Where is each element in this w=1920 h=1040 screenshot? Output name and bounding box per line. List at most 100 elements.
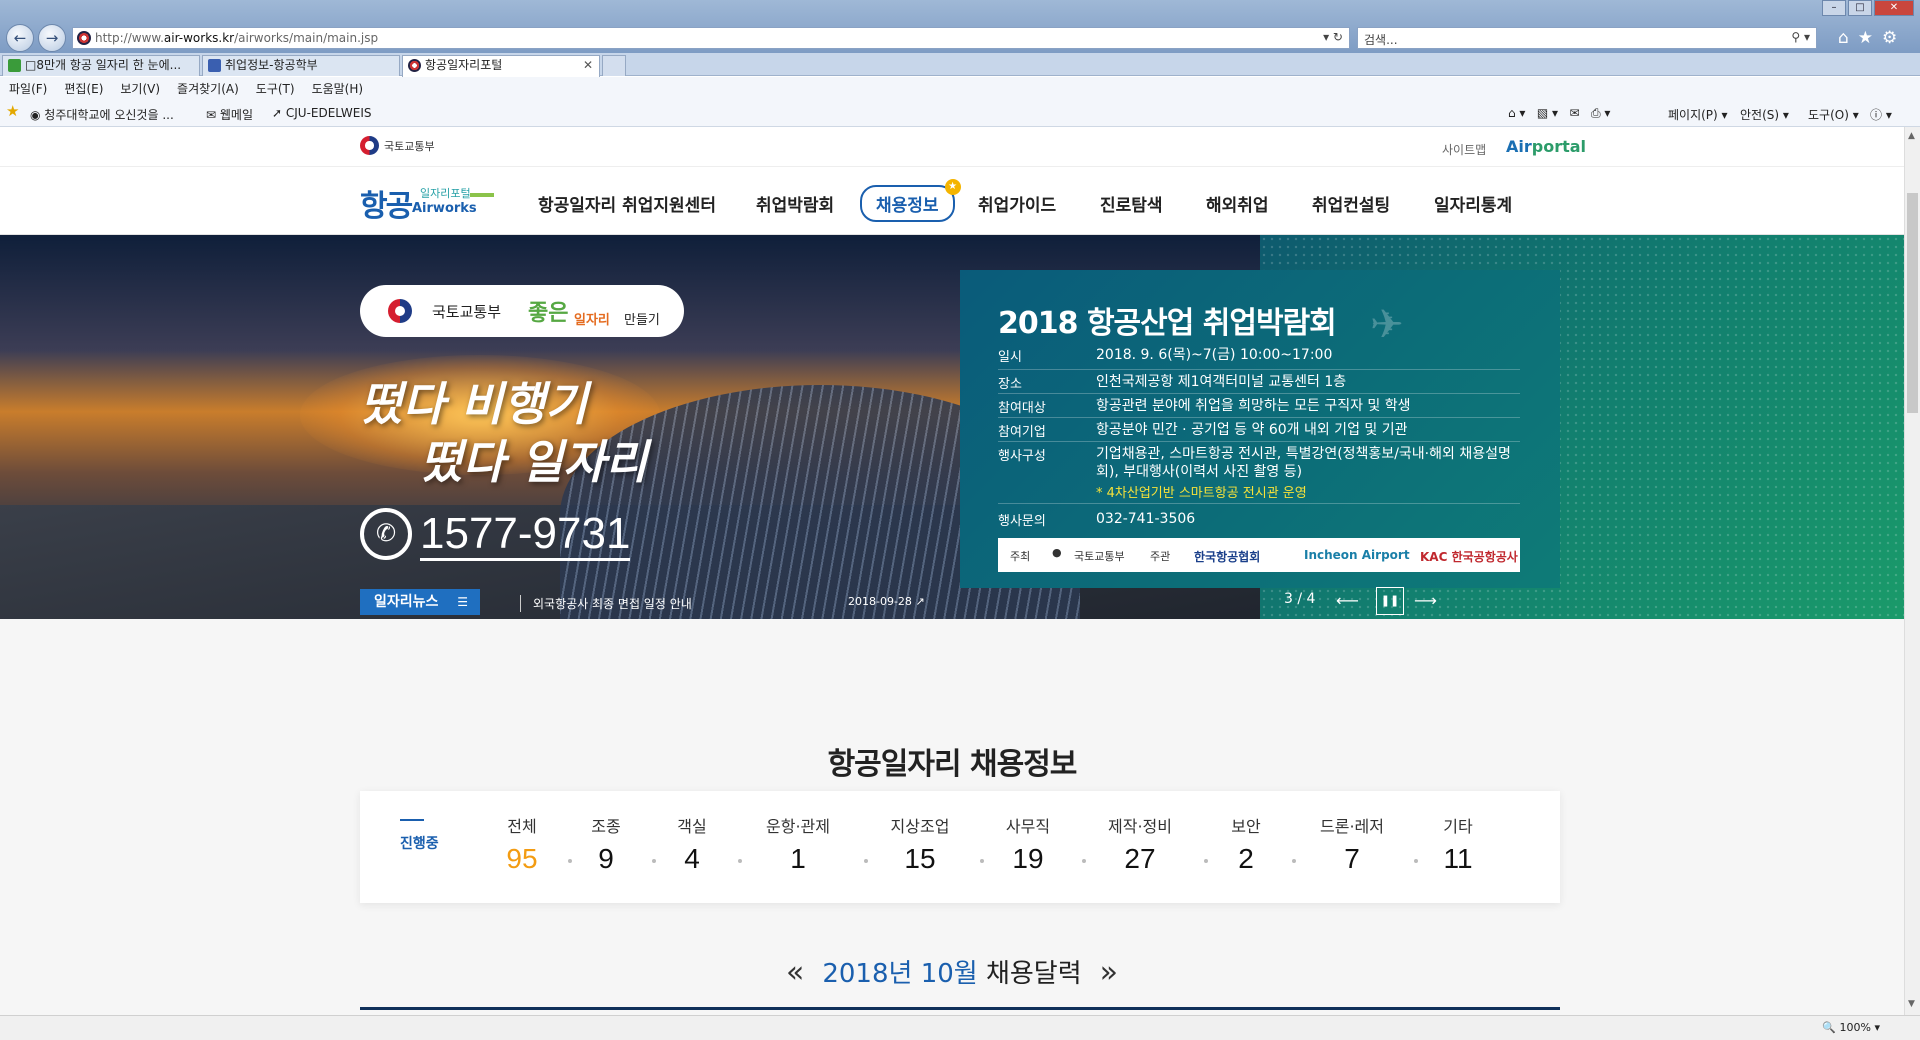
- favorite-link-webmail[interactable]: ✉ 웹메일: [206, 106, 253, 123]
- sitemap-link[interactable]: 사이트맵: [1442, 141, 1486, 158]
- scrollbar-thumb[interactable]: [1907, 193, 1918, 413]
- site-logo[interactable]: 항공 일자리포털 Airworks: [360, 181, 494, 224]
- arrow-right-icon: →: [45, 29, 59, 47]
- url-host: air-works.kr: [163, 31, 235, 45]
- top-utility-bar: 국토교통부 사이트맵 Airportal: [0, 127, 1904, 167]
- star-badge-icon: ★: [944, 179, 961, 195]
- minimize-button[interactable]: –: [1822, 0, 1846, 16]
- job-fair-panel[interactable]: 2018 항공산업 취업박람회 ✈ 일시 2018. 9. 6(목)~7(금) 1…: [960, 270, 1560, 588]
- category-pilot[interactable]: 조종 9: [561, 813, 651, 875]
- prev-month-button[interactable]: «: [786, 955, 804, 990]
- status-label: 진행중: [400, 819, 439, 853]
- scroll-down-icon[interactable]: ▼: [1908, 999, 1915, 1009]
- korea-emblem-icon: [388, 299, 412, 323]
- favorites-star-icon[interactable]: ★: [6, 102, 19, 120]
- command-safety[interactable]: 안전(S) ▾: [1740, 106, 1789, 123]
- hero-slogan: 떴다 비행기 떴다 일자리: [360, 375, 648, 491]
- ministry-name: 국토교통부: [384, 140, 435, 153]
- event-note: * 4차산업기반 스마트항공 전시관 운영: [1096, 486, 1307, 501]
- help-icon[interactable]: ⓘ ▾: [1870, 106, 1892, 123]
- search-icon[interactable]: ⚲ ▾: [1791, 30, 1810, 44]
- close-window-button[interactable]: ✕: [1874, 0, 1914, 16]
- menu-help[interactable]: 도움말(H): [303, 77, 372, 97]
- category-office[interactable]: 사무직 19: [983, 813, 1073, 875]
- url-prefix: http://www.: [95, 31, 164, 45]
- address-bar[interactable]: http://www. air-works.kr/airworks/main/ma…: [72, 27, 1350, 49]
- nav-support-center[interactable]: 항공일자리 취업지원센터: [538, 191, 716, 216]
- separator-dot: [1292, 859, 1296, 863]
- category-manufacturing-maintenance[interactable]: 제작·정비 27: [1095, 813, 1185, 875]
- organizer-label: 주관: [1150, 550, 1171, 563]
- tab-3-active[interactable]: 항공일자리포털 ✕: [402, 55, 600, 77]
- nav-overseas-jobs[interactable]: 해외취업: [1206, 191, 1269, 216]
- close-tab-icon[interactable]: ✕: [583, 56, 593, 75]
- favorites-star-icon[interactable]: ★: [1858, 28, 1882, 48]
- nav-consulting[interactable]: 취업컨설팅: [1312, 191, 1390, 216]
- ministry-logo[interactable]: 국토교통부: [360, 136, 435, 155]
- prev-slide-button[interactable]: ⟵: [1336, 591, 1359, 610]
- search-input[interactable]: 검색... ⚲ ▾: [1357, 27, 1817, 49]
- host-name: 국토교통부: [1074, 550, 1125, 563]
- favorite-link-cju[interactable]: ◉ 청주대학교에 오신것을 ...: [30, 106, 174, 123]
- calendar-month: 2018년 10월: [822, 959, 978, 989]
- menu-tools[interactable]: 도구(T): [247, 77, 303, 97]
- tab-2[interactable]: 취업정보-항공학부: [202, 55, 400, 76]
- nav-job-guide[interactable]: 취업가이드: [978, 191, 1056, 216]
- logo-arrow-icon: [470, 193, 494, 197]
- category-operations-control[interactable]: 운항·관제 1: [753, 813, 843, 875]
- home-icon[interactable]: ⌂: [1838, 28, 1858, 48]
- tab-1[interactable]: □8만개 항공 일자리 한 눈에...: [2, 55, 200, 76]
- menu-view[interactable]: 보기(V): [111, 77, 168, 97]
- organizer-kaa: 한국항공협회: [1194, 550, 1261, 564]
- nav-career-explore[interactable]: 진로탐색: [1100, 191, 1163, 216]
- pill-make: 만들기: [624, 313, 660, 328]
- zoom-control[interactable]: 🔍 100% ▾: [1822, 1021, 1880, 1034]
- phone-icon: ✆: [360, 508, 412, 561]
- category-other[interactable]: 기타 11: [1413, 813, 1503, 875]
- menu-favorites[interactable]: 즐겨찾기(A): [168, 77, 247, 97]
- tab-favicon-icon: [208, 59, 221, 72]
- favorite-link-edelweis[interactable]: ➚ CJU-EDELWEIS: [272, 106, 372, 120]
- browser-titlebar: ← → http://www. air-works.kr/airworks/mai…: [0, 0, 1920, 53]
- category-security[interactable]: 보안 2: [1201, 813, 1291, 875]
- web-page: 국토교통부 사이트맵 Airportal 항공 일자리포털 Airworks 항…: [0, 127, 1904, 1015]
- category-drone-leisure[interactable]: 드론·레저 7: [1307, 813, 1397, 875]
- logo-sub-text: Airworks: [412, 201, 477, 216]
- forward-button[interactable]: →: [38, 24, 66, 52]
- url-path: /airworks/main/main.jsp: [234, 31, 379, 45]
- site-favicon-icon: [77, 31, 91, 45]
- nav-job-fair[interactable]: 취업박람회: [756, 191, 834, 216]
- news-headline-link[interactable]: 외국항공사 최종 면접 일정 안내: [520, 595, 692, 612]
- gear-icon[interactable]: ⚙: [1882, 28, 1906, 48]
- nav-job-statistics[interactable]: 일자리통계: [1434, 191, 1512, 216]
- korea-emblem-icon: ●: [1052, 546, 1062, 559]
- organizer-incheon: Incheon Airport: [1304, 548, 1410, 562]
- airportal-link[interactable]: Airportal: [1506, 137, 1586, 156]
- slider-controls: 3 / 4 ⟵ ❚❚ ⟶: [1284, 587, 1437, 615]
- menu-edit[interactable]: 편집(E): [55, 77, 111, 97]
- tab-favicon-icon: [8, 59, 21, 72]
- category-cabin[interactable]: 객실 4: [647, 813, 737, 875]
- menu-file[interactable]: 파일(F): [0, 77, 55, 97]
- maximize-button[interactable]: □: [1848, 0, 1872, 16]
- command-bar-icons[interactable]: ⌂ ▾ ▧ ▾ ✉ ⎙ ▾: [1508, 106, 1610, 121]
- logo-small-text: 일자리포털: [420, 187, 471, 200]
- page-scrollbar[interactable]: ▲ ▼: [1904, 127, 1920, 1015]
- next-slide-button[interactable]: ⟶: [1414, 591, 1437, 610]
- scroll-up-icon[interactable]: ▲: [1908, 131, 1915, 141]
- next-month-button[interactable]: »: [1100, 955, 1118, 990]
- nav-recruitment-info[interactable]: 채용정보 ★: [860, 179, 961, 222]
- category-all[interactable]: 전체 95: [477, 813, 567, 875]
- recruitment-stats-card: 진행중 전체 95 조종 9 객실 4 운항·관제 1 지상조업 15 사무직 19 제작·…: [360, 791, 1560, 903]
- event-row-contact: 행사문의 032-741-3506: [998, 511, 1196, 529]
- refresh-icon[interactable]: ▾ ↻: [1323, 30, 1343, 44]
- pause-slide-button[interactable]: ❚❚: [1376, 587, 1404, 615]
- search-placeholder: 검색...: [1364, 33, 1398, 47]
- back-button[interactable]: ←: [6, 24, 34, 52]
- command-page[interactable]: 페이지(P) ▾: [1668, 106, 1728, 123]
- command-tools[interactable]: 도구(O) ▾: [1808, 106, 1859, 123]
- news-tag-button[interactable]: 일자리뉴스 ☰: [360, 589, 480, 615]
- new-tab-button[interactable]: [602, 55, 626, 76]
- recruitment-section-title: 항공일자리 채용정보: [827, 747, 1078, 782]
- category-ground-handling[interactable]: 지상조업 15: [875, 813, 965, 875]
